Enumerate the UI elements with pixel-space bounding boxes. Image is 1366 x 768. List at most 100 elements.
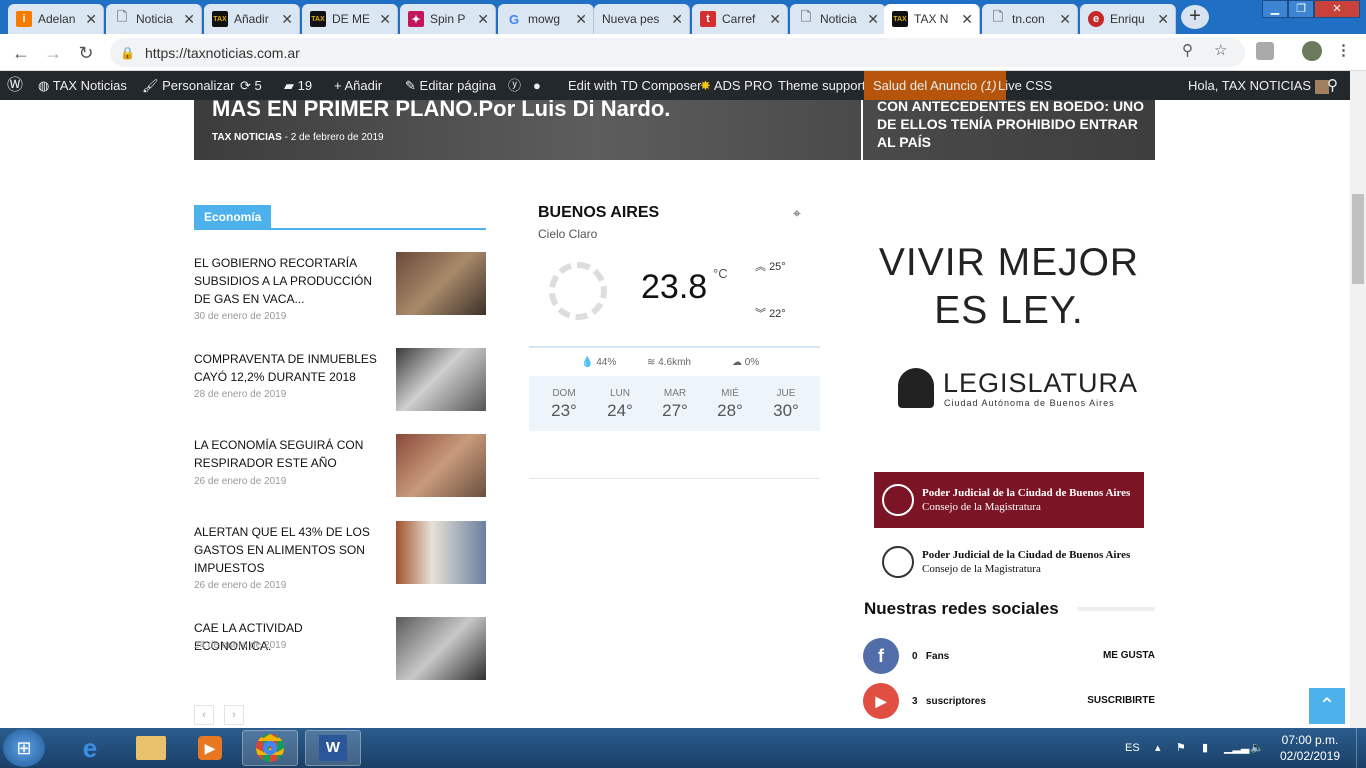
browser-tab[interactable]: 🗋 tn.con ✕ [982, 4, 1078, 34]
back-arrow-icon[interactable]: ← [8, 40, 34, 66]
td-composer-link[interactable]: Edit with TD Composer [568, 71, 701, 100]
prev-page-button[interactable]: ‹ [194, 705, 214, 725]
comments-link[interactable]: ▰ 19 [284, 71, 312, 100]
poder-judicial-ad-red[interactable]: Poder Judicial de la Ciudad de Buenos Ai… [874, 472, 1144, 528]
browser-tab-active[interactable]: TAX TAX N ✕ [884, 4, 980, 34]
search-icon[interactable]: ⚲ [1327, 71, 1338, 100]
menu-dots-icon[interactable]: ⋮ [1336, 41, 1351, 59]
section-title[interactable]: Economía [194, 205, 272, 228]
like-button[interactable]: ME GUSTA [1103, 650, 1155, 661]
updates-link[interactable]: ⟳ 5 [240, 71, 262, 100]
show-desktop-button[interactable] [1356, 728, 1366, 768]
close-tab-icon[interactable]: ✕ [281, 11, 293, 28]
browser-tab[interactable]: TAX Añadir ✕ [204, 4, 300, 34]
facebook-icon[interactable]: f [863, 638, 899, 674]
youtube-play-icon[interactable]: ▶ [863, 683, 899, 719]
close-tab-icon[interactable]: ✕ [671, 11, 683, 28]
add-new-link[interactable]: + Añadir [334, 71, 382, 100]
theme-support-link[interactable]: Theme support [778, 71, 865, 100]
browser-tab[interactable]: Nueva pes ✕ [594, 4, 690, 34]
media-player-icon[interactable]: ▶ [182, 730, 238, 766]
close-tab-icon[interactable]: ✕ [477, 11, 489, 28]
close-tab-icon[interactable]: ✕ [867, 11, 879, 28]
article-title[interactable]: COMPRAVENTA DE INMUEBLES CAYÓ 12,2% DURA… [194, 350, 379, 386]
wordpress-logo-icon[interactable]: Ⓦ [7, 71, 23, 100]
info-icon: i [16, 11, 32, 27]
back-to-top-button[interactable]: ⌃ [1309, 688, 1345, 724]
volume-icon[interactable]: 🔈 [1250, 728, 1264, 768]
zoom-icon[interactable]: ⚲ [1182, 41, 1193, 59]
article-thumbnail[interactable] [396, 521, 486, 584]
new-tab-button[interactable]: + [1181, 5, 1209, 29]
network-signal-icon[interactable]: ▁▂▃ [1224, 728, 1249, 768]
file-explorer-icon[interactable] [123, 730, 179, 766]
close-tab-icon[interactable]: ✕ [1059, 11, 1071, 28]
close-tab-icon[interactable]: ✕ [769, 11, 781, 28]
customize-link[interactable]: 🖌 Personalizar [142, 71, 234, 100]
location-target-icon[interactable]: ⌖ [793, 205, 801, 222]
article-thumbnail[interactable] [396, 617, 486, 680]
battery-icon[interactable]: ▮ [1202, 728, 1208, 768]
updates-count: 5 [254, 78, 262, 93]
hero-author[interactable]: TAX NOTICIAS [212, 132, 282, 143]
scrollbar-thumb[interactable] [1352, 194, 1364, 284]
ads-pro-link[interactable]: ✸ ADS PRO [700, 71, 772, 100]
close-tab-icon[interactable]: ✕ [85, 11, 97, 28]
bookmark-star-icon[interactable]: ☆ [1214, 41, 1227, 59]
legislatura-ad-banner[interactable]: VIVIR MEJOR ES LEY. LEGISLATURA Ciudad Au… [863, 225, 1155, 425]
browser-tab[interactable]: 🗋 Noticia ✕ [790, 4, 886, 34]
article-title[interactable]: ALERTAN QUE EL 43% DE LOS GASTOS EN ALIM… [194, 523, 379, 577]
site-name-link[interactable]: ◍ TAX Noticias [38, 71, 127, 100]
browser-tab[interactable]: i Adelan ✕ [8, 4, 104, 34]
close-tab-icon[interactable]: ✕ [379, 11, 391, 28]
browser-tab[interactable]: t Carref ✕ [692, 4, 788, 34]
subscribe-button[interactable]: SUSCRIBIRTE [1087, 695, 1155, 706]
hero-main-article[interactable]: MAS EN PRIMER PLANO.Por Luis Di Nardo. T… [194, 100, 861, 160]
browser-tab[interactable]: Gmowg ✕ [498, 4, 594, 34]
close-window-button[interactable]: ✕ [1314, 0, 1360, 18]
vertical-scrollbar[interactable] [1350, 71, 1366, 728]
article-title[interactable]: EL GOBIERNO RECORTARÍA SUBSIDIOS A LA PR… [194, 254, 379, 308]
browser-tab[interactable]: ✦ Spin P ✕ [400, 4, 496, 34]
browser-tab[interactable]: 🗋 Noticia ✕ [106, 4, 202, 34]
action-center-flag-icon[interactable]: ⚑ [1176, 728, 1186, 768]
article-title[interactable]: LA ECONOMÍA SEGUIRÁ CON RESPIRADOR ESTE … [194, 436, 379, 472]
hero-title[interactable]: MAS EN PRIMER PLANO.Por Luis Di Nardo. [212, 100, 670, 122]
chrome-icon[interactable] [242, 730, 298, 766]
close-tab-icon[interactable]: ✕ [961, 11, 973, 28]
document-icon: 🗋 [992, 9, 1004, 24]
start-button[interactable]: ⊞ [3, 729, 45, 767]
address-bar[interactable]: 🔒 https://taxnoticias.com.ar [110, 38, 1245, 67]
live-css-link[interactable]: Live CSS [998, 71, 1052, 100]
account-menu[interactable]: Hola, TAX NOTICIAS [1188, 71, 1329, 100]
hero-side-article[interactable]: CON ANTECEDENTES EN BOEDO: UNO DE ELLOS … [863, 100, 1155, 160]
profile-avatar[interactable] [1302, 41, 1322, 61]
language-indicator[interactable]: ES [1125, 728, 1140, 768]
reload-icon[interactable]: ↻ [73, 40, 99, 66]
close-tab-icon[interactable]: ✕ [1157, 11, 1169, 28]
close-tab-icon[interactable]: ✕ [575, 11, 587, 28]
extension-icon[interactable] [1256, 42, 1274, 60]
tab-title: Nueva pes [602, 12, 660, 26]
minimize-button[interactable]: ▁ [1262, 0, 1288, 18]
forward-arrow-icon[interactable]: → [40, 40, 66, 66]
ad-health-link[interactable]: Salud del Anuncio (1) [864, 71, 1006, 100]
article-thumbnail[interactable] [396, 348, 486, 411]
poder-judicial-ad-white[interactable]: Poder Judicial de la Ciudad de Buenos Ai… [874, 534, 1144, 590]
article-thumbnail[interactable] [396, 434, 486, 497]
article-thumbnail[interactable] [396, 252, 486, 315]
yoast-icon[interactable]: ⓨ [508, 71, 521, 100]
taskbar-clock[interactable]: 07:00 p.m. 02/02/2019 [1270, 732, 1350, 764]
next-page-button[interactable]: › [224, 705, 244, 725]
word-icon[interactable]: W [305, 730, 361, 766]
tray-expand-icon[interactable]: ▴ [1155, 728, 1161, 768]
hero-side-title[interactable]: CON ANTECEDENTES EN BOEDO: UNO DE ELLOS … [877, 100, 1147, 151]
edit-page-link[interactable]: ✎ Editar página [405, 71, 496, 100]
maximize-button[interactable]: ❐ [1288, 0, 1314, 18]
close-tab-icon[interactable]: ✕ [183, 11, 195, 28]
tab-title: Añadir [234, 12, 269, 26]
internet-explorer-icon[interactable]: e [62, 730, 118, 766]
tab-title: Carref [722, 12, 756, 26]
browser-tab[interactable]: e Enriqu ✕ [1080, 4, 1176, 34]
browser-tab[interactable]: TAX DE ME ✕ [302, 4, 398, 34]
